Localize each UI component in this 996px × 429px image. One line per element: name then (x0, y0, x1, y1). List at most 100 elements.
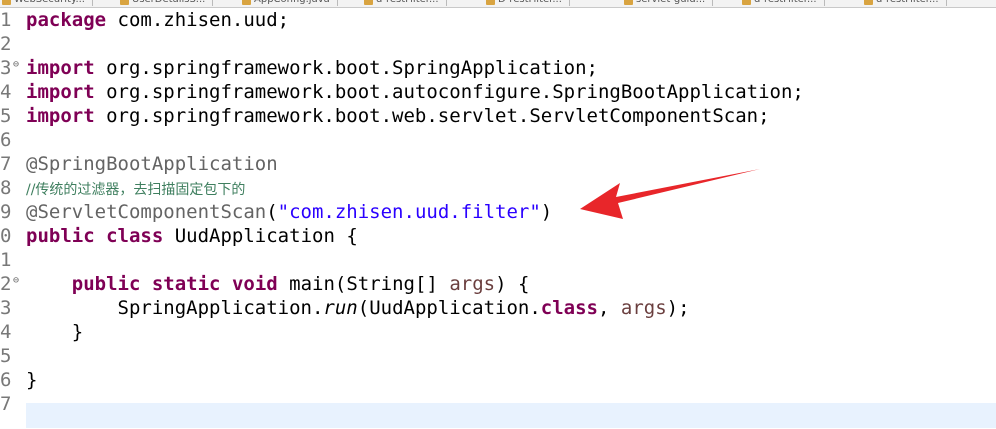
code-token: package (26, 9, 107, 31)
editor-tab-label: servlet-guid... (636, 0, 705, 5)
editor-tab-label: d-restFilter... (376, 0, 439, 5)
java-file-icon (120, 0, 129, 5)
code-token: public (26, 225, 95, 247)
code-token: } (26, 369, 38, 391)
code-token: org.springframework.boot.autoconfigure.S… (94, 81, 804, 103)
code-text: SpringApplication.run(UudApplication.cla… (26, 296, 690, 320)
java-file-icon (742, 0, 751, 5)
code-line: 8 //传统的过滤器，去扫描固定包下的 (0, 176, 996, 200)
code-token: run (323, 297, 358, 319)
code-token: "com.zhisen.uud.filter" (277, 201, 541, 223)
line-number: 3 (0, 57, 12, 79)
line-number: 3 (0, 297, 12, 319)
code-token: org.springframework.boot.web.servlet.Ser… (94, 105, 770, 127)
code-text: public class UudApplication { (26, 224, 358, 248)
code-text: import org.springframework.boot.autoconf… (26, 80, 804, 104)
editor-tab[interactable]: d-restFilter... (740, 0, 825, 6)
code-token: class (540, 297, 598, 319)
code-token: (UudApplication. (357, 297, 541, 319)
code-token: import (26, 57, 95, 79)
editor-tab-label: D-restFilter... (498, 0, 562, 5)
code-token: public (71, 273, 141, 295)
fold-toggle-icon[interactable]: ⊖ (13, 276, 19, 286)
code-token: ) { (495, 273, 530, 295)
editor-tab[interactable]: D-restFilter... (484, 0, 570, 6)
line-number: 2 (0, 33, 12, 55)
java-file-icon (624, 0, 633, 5)
line-number: 9 (0, 201, 12, 223)
code-line: 7 (0, 392, 996, 416)
line-number: 4 (0, 81, 12, 103)
line-number: 8 (0, 177, 12, 199)
code-text: } (26, 320, 83, 344)
code-token: } (26, 321, 84, 343)
java-file-icon (486, 0, 495, 5)
code-line: 3 SpringApplication.run(UudApplication.c… (0, 296, 996, 320)
code-token: //传统的过滤器，去扫描固定包下的 (26, 182, 246, 198)
code-token: SpringApplication. (26, 297, 324, 319)
line-number: 2 (0, 273, 12, 295)
code-line: 5 (0, 344, 996, 368)
editor-tab-label: d-restFilter... (754, 0, 817, 5)
editor-tab-label: WebSecurity... (14, 0, 85, 5)
java-file-icon (864, 0, 873, 5)
code-token: import (26, 105, 95, 127)
code-token: UudApplication { (163, 225, 358, 247)
code-token: args (620, 297, 667, 319)
code-editor[interactable]: 1 package com.zhisen.uud; 2 3 ⊖ import org.sp… (0, 8, 996, 429)
code-token: args (449, 273, 496, 295)
code-token: void (231, 273, 278, 295)
line-number: 5 (0, 345, 12, 367)
code-token: @ServletComponentScan (26, 201, 267, 223)
editor-tab[interactable]: WebSecurity... (0, 0, 93, 6)
code-text: public static void main(String[] args) { (26, 272, 530, 296)
code-text: } (26, 368, 37, 392)
code-line: 4 import org.springframework.boot.autocon… (0, 80, 996, 104)
editor-tab-label: d-restFilter... (876, 0, 939, 5)
code-token: class (106, 225, 164, 247)
line-number: 1 (0, 249, 12, 271)
code-line: 7 @SpringBootApplication (0, 152, 996, 176)
code-line: 5 import org.springframework.boot.web.ser… (0, 104, 996, 128)
editor-tab[interactable]: d-restFilter... (362, 0, 447, 6)
line-number: 4 (0, 321, 12, 343)
fold-toggle-icon[interactable]: ⊖ (13, 60, 19, 70)
code-token: @SpringBootApplication (26, 153, 278, 175)
line-number: 7 (0, 393, 12, 415)
code-line: 4 } (0, 320, 996, 344)
java-file-icon (2, 0, 11, 5)
code-text: @SpringBootApplication (26, 152, 278, 176)
code-text: import org.springframework.boot.web.serv… (26, 104, 770, 128)
java-file-icon (242, 0, 251, 5)
code-text: import org.springframework.boot.SpringAp… (26, 56, 598, 80)
code-token: ( (266, 201, 278, 223)
code-text: @ServletComponentScan("com.zhisen.uud.fi… (26, 200, 552, 224)
line-number: 6 (0, 369, 12, 391)
code-token: , (597, 297, 621, 319)
code-line: 0 public class UudApplication { (0, 224, 996, 248)
code-token: ) (540, 201, 553, 223)
code-token: import (26, 81, 95, 103)
editor-tab[interactable]: UserDetailsS... (118, 0, 214, 6)
line-number: 6 (0, 129, 12, 151)
code-line: 6} (0, 368, 996, 392)
code-token: static (151, 273, 221, 295)
editor-tab[interactable]: servlet-guid... (622, 0, 714, 6)
code-line: 3 ⊖ import org.springframework.boot.Spring… (0, 56, 996, 80)
editor-tab-label: AppConfig.java (254, 0, 330, 5)
code-line: 2 (0, 32, 996, 56)
line-number: 1 (0, 9, 12, 31)
editor-tab[interactable]: AppConfig.java (240, 0, 338, 6)
code-token: main(String[] (277, 273, 450, 295)
editor-tab-label: UserDetailsS... (132, 0, 205, 5)
code-line: 6 (0, 128, 996, 152)
code-line: 1 (0, 248, 996, 272)
editor-tab[interactable]: d-restFilter... (862, 0, 947, 6)
code-line: 1 package com.zhisen.uud; (0, 8, 996, 32)
line-number: 5 (0, 105, 12, 127)
editor-tab-bar: WebSecurity... UserDetailsS... AppConfig.j… (0, 0, 996, 8)
